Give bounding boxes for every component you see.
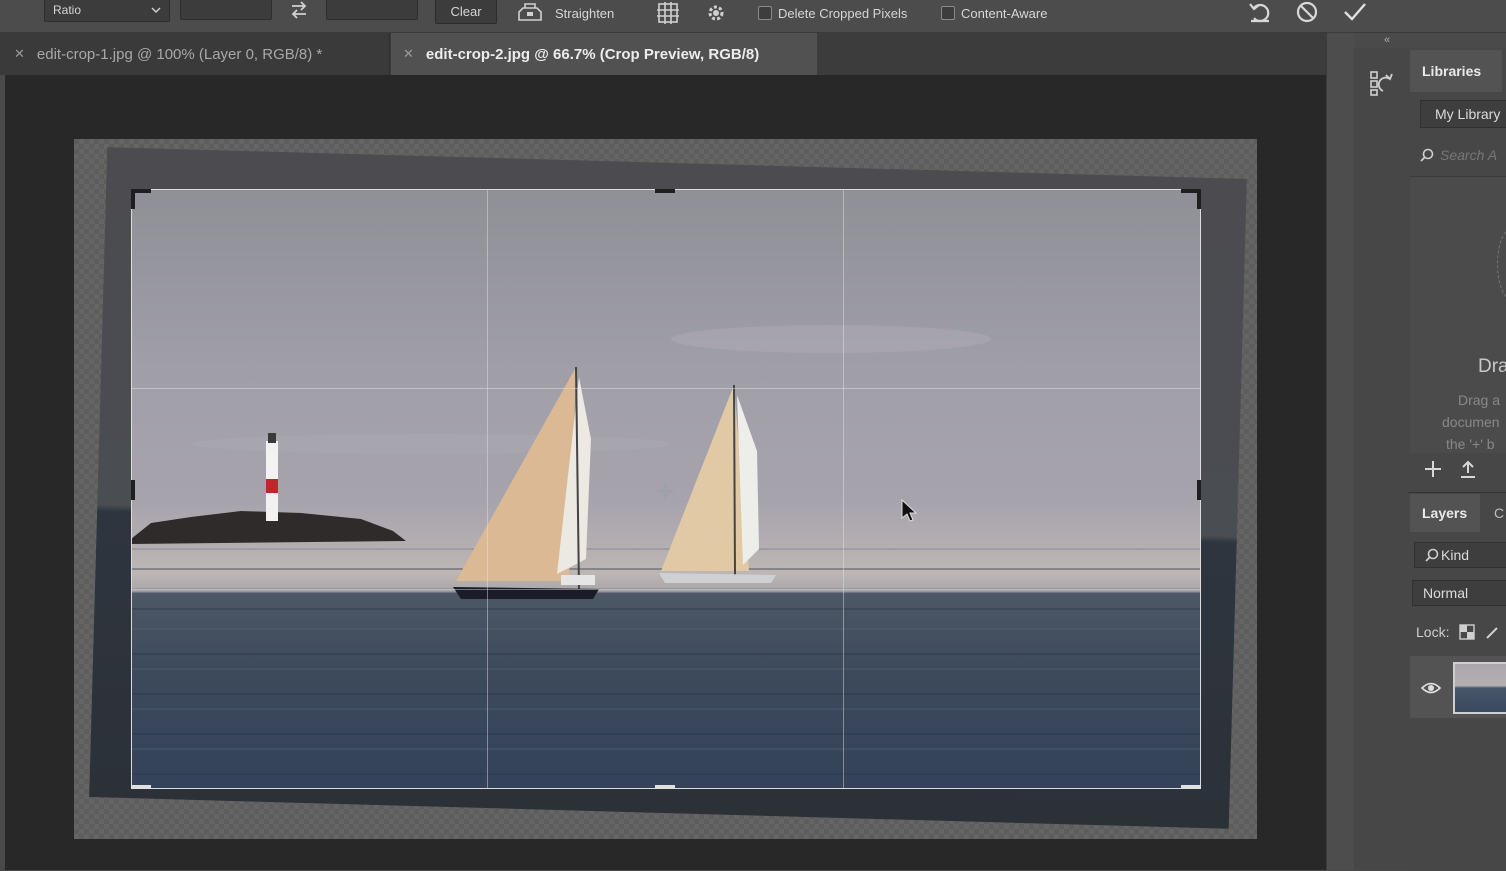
crop-handle-right-middle[interactable]: [1197, 480, 1201, 500]
close-icon[interactable]: ✕: [403, 46, 414, 62]
crop-ratio-select[interactable]: Ratio: [44, 0, 170, 22]
search-icon: [1420, 148, 1434, 162]
tab-label: edit-crop-2.jpg @ 66.7% (Crop Preview, R…: [425, 45, 760, 63]
crop-handle-bottom-left[interactable]: [131, 785, 151, 789]
crop-handle-bottom-middle[interactable]: [655, 785, 675, 789]
crop-handle-bottom-right[interactable]: [1181, 785, 1201, 789]
library-select[interactable]: My Library: [1420, 100, 1506, 128]
chevron-down-icon: [151, 7, 161, 14]
libraries-empty-text: documen: [1442, 414, 1500, 430]
layer-thumbnail[interactable]: [1453, 662, 1506, 714]
ratio-width-input[interactable]: [180, 0, 272, 20]
libraries-empty-title: Dra: [1478, 356, 1506, 377]
crop-handle-top-left[interactable]: [131, 189, 135, 209]
cursor-arrow-icon: [901, 499, 918, 522]
lock-brush-icon[interactable]: [1485, 624, 1501, 640]
content-aware-label: Content-Aware: [961, 5, 1048, 21]
crop-handle-left-middle[interactable]: [131, 480, 135, 500]
straighten-label[interactable]: Straighten: [555, 0, 614, 26]
ratio-height-input[interactable]: [326, 0, 418, 20]
tab-label: edit-crop-1.jpg @ 100% (Layer 0, RGB/8) …: [36, 45, 323, 63]
lock-label: Lock:: [1416, 624, 1450, 640]
grid-overlay-icon[interactable]: [655, 0, 681, 26]
tab-channels[interactable]: C: [1484, 494, 1506, 532]
libraries-empty-text: Drag a: [1458, 392, 1501, 408]
tab-libraries[interactable]: Libraries: [1410, 50, 1502, 92]
upload-icon[interactable]: [1457, 456, 1479, 482]
lock-row: Lock:: [1416, 624, 1501, 640]
lock-transparent-pixels-icon[interactable]: [1459, 624, 1476, 640]
panel-icon-column: [1354, 48, 1409, 870]
library-search-placeholder: Search A: [1440, 147, 1498, 163]
crosshair-icon: [656, 482, 674, 500]
add-icon[interactable]: [1422, 456, 1444, 482]
layer-kind-filter[interactable]: Kind: [1414, 542, 1506, 568]
crop-handle-top-right[interactable]: [1197, 189, 1201, 209]
level-icon[interactable]: [516, 0, 544, 24]
search-icon: [1425, 548, 1439, 562]
swap-dimensions-icon[interactable]: [288, 0, 310, 21]
panel-dock-strip: [1326, 33, 1355, 870]
layer-kind-label: Kind: [1441, 547, 1470, 563]
document-tab-bar: ✕ edit-crop-1.jpg @ 100% (Layer 0, RGB/8…: [0, 33, 1352, 75]
options-bar: Ratio Clear Straighten Delete Cropped Pi…: [0, 0, 1506, 33]
checkbox-box: [758, 6, 772, 20]
clear-button[interactable]: Clear: [435, 0, 497, 24]
eye-icon[interactable]: [1420, 680, 1442, 696]
blend-mode-select[interactable]: Normal: [1412, 580, 1506, 606]
crop-handle-top-middle[interactable]: [655, 189, 675, 193]
tab-layers[interactable]: Layers: [1410, 494, 1480, 532]
collapse-panels-icon[interactable]: «: [1384, 34, 1390, 46]
reset-icon[interactable]: [1246, 0, 1274, 26]
library-search-input[interactable]: Search A: [1420, 140, 1506, 170]
delete-cropped-pixels-checkbox[interactable]: Delete Cropped Pixels: [758, 0, 907, 26]
history-icon[interactable]: [1366, 66, 1396, 100]
content-aware-checkbox[interactable]: Content-Aware: [941, 0, 1047, 26]
checkmark-icon[interactable]: [1340, 0, 1370, 26]
checkbox-box: [941, 6, 955, 20]
cancel-icon[interactable]: [1293, 0, 1321, 26]
close-icon[interactable]: ✕: [14, 46, 25, 62]
tab-edit-crop-2[interactable]: ✕ edit-crop-2.jpg @ 66.7% (Crop Preview,…: [391, 33, 817, 75]
crop-ratio-label: Ratio: [53, 3, 82, 17]
libraries-empty-text: the '+' b: [1446, 436, 1495, 452]
libraries-content: [1410, 176, 1506, 453]
delete-cropped-pixels-label: Delete Cropped Pixels: [778, 5, 908, 21]
tab-edit-crop-1[interactable]: ✕ edit-crop-1.jpg @ 100% (Layer 0, RGB/8…: [0, 33, 390, 75]
pasteboard-edge: [0, 75, 5, 870]
gear-icon[interactable]: [703, 0, 729, 26]
